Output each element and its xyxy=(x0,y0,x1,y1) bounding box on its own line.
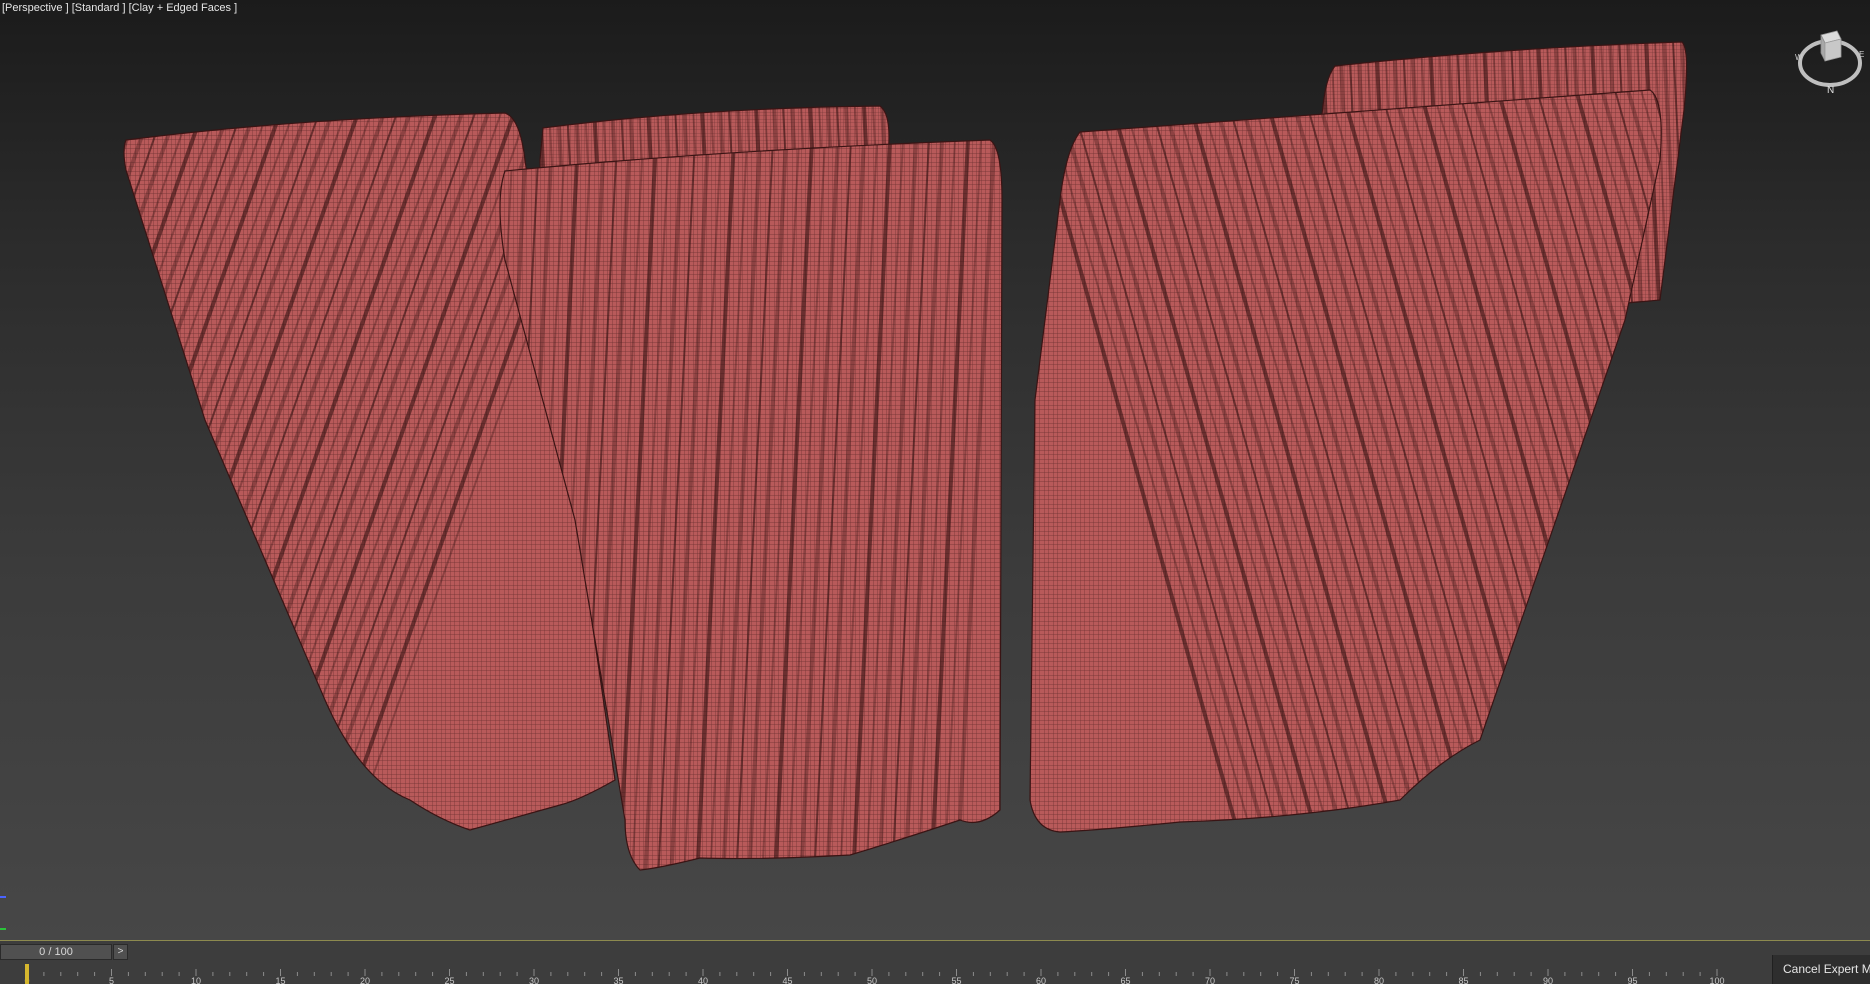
curtain-scene[interactable] xyxy=(0,0,1870,940)
compass-north-label: N xyxy=(1827,85,1834,95)
time-slider[interactable]: 0 / 100 xyxy=(0,944,112,960)
timeline-bar[interactable]: 0 / 100 > 051015202530354045505560657075… xyxy=(0,940,1870,984)
viewport-display-menu[interactable]: [Clay + Edged Faces ] xyxy=(129,2,238,14)
axis-z-indicator xyxy=(0,896,6,898)
cancel-expert-mode-button[interactable]: Cancel Expert Mode xyxy=(1772,955,1870,984)
viewport-view-menu[interactable]: [Perspective ] xyxy=(2,2,69,14)
viewport-label[interactable]: [Perspective ] [Standard ] [Clay + Edged… xyxy=(0,0,239,16)
viewport-shading-menu[interactable]: [Standard ] xyxy=(72,2,126,14)
next-frame-button[interactable]: > xyxy=(113,944,128,960)
viewcube-cube-icon[interactable] xyxy=(1820,30,1842,62)
curtain-right xyxy=(1029,89,1662,833)
perspective-viewport[interactable]: [Perspective ] [Standard ] [Clay + Edged… xyxy=(0,0,1870,940)
current-frame-marker[interactable] xyxy=(25,964,29,984)
track-bar-ruler[interactable]: 0510152025303540455055606570758085909510… xyxy=(0,961,1770,984)
axis-y-indicator xyxy=(0,928,6,930)
svg-text:W: W xyxy=(1795,53,1803,62)
viewcube[interactable]: W E N xyxy=(1795,25,1865,95)
svg-text:E: E xyxy=(1859,50,1864,59)
